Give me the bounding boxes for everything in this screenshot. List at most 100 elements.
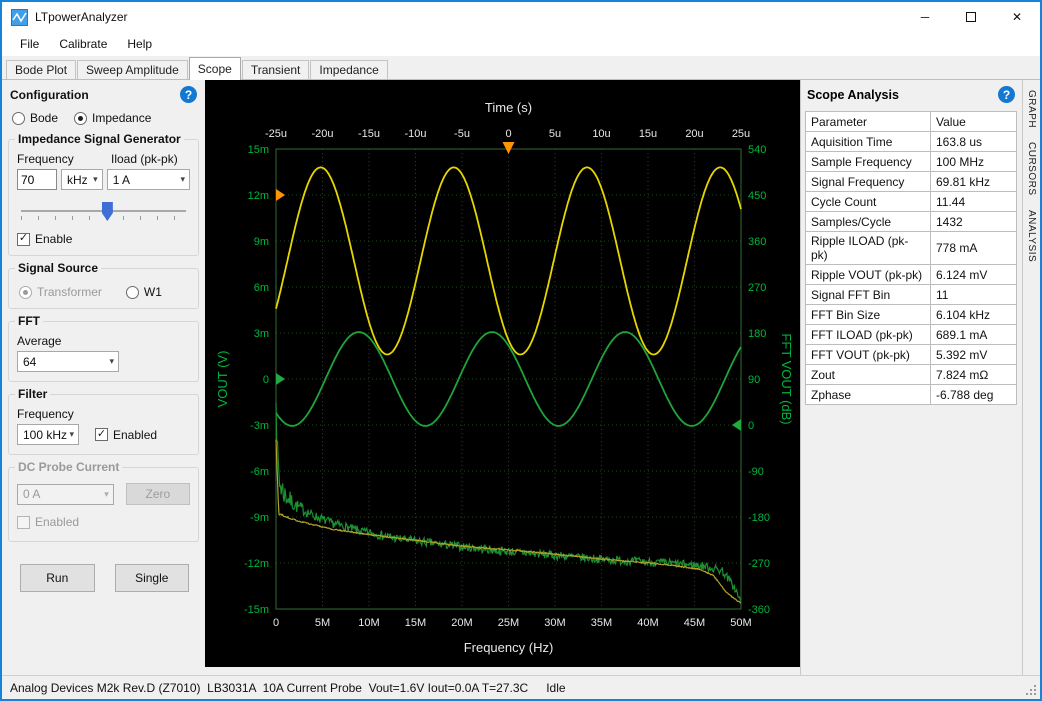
help-icon[interactable]: ? [180,86,197,103]
menu-help[interactable]: Help [117,34,162,54]
trigger-time-marker[interactable] [503,142,515,154]
analysis-header-row: Parameter Value [806,112,1017,132]
vout-tick-label: 15m [248,144,269,156]
filter-enabled-label: Enabled [113,428,157,442]
side-tab-graph[interactable]: GRAPH [1025,83,1038,135]
time-tick-label: 10u [592,128,610,140]
single-button[interactable]: Single [115,564,190,592]
radio-bode[interactable]: Bode [12,111,58,125]
analysis-row[interactable]: FFT VOUT (pk-pk)5.392 mV [806,345,1017,365]
minimize-button[interactable]: ─ [902,2,948,32]
fft-group: FFT Average 64 ▾ [8,321,199,382]
fft-vout-trace [276,403,741,602]
frequency-tick-label: 0 [273,617,279,629]
analysis-row[interactable]: Samples/Cycle1432 [806,212,1017,232]
analysis-row[interactable]: Aquisition Time163.8 us [806,132,1017,152]
filter-title: Filter [15,387,50,401]
menu-calibrate[interactable]: Calibrate [49,34,117,54]
scope-plot: -25u015m540-20u5M12m450-15u10M9m360-10u1… [205,80,800,667]
analysis-table: Parameter Value Aquisition Time163.8 usS… [805,111,1017,405]
analysis-row[interactable]: FFT ILOAD (pk-pk)689.1 mA [806,325,1017,345]
frequency-tick-label: 25M [498,617,519,629]
vout-tick-label: 6m [254,282,269,294]
tab-sweep-amplitude[interactable]: Sweep Amplitude [77,60,188,79]
vout-tick-label: -3m [250,420,269,432]
iload-label: Iload (pk-pk) [111,152,178,166]
help-icon[interactable]: ? [998,86,1015,103]
fft-level-marker[interactable] [732,419,741,431]
analysis-row[interactable]: Signal FFT Bin11 [806,285,1017,305]
run-button[interactable]: Run [20,564,95,592]
menu-file[interactable]: File [10,34,49,54]
iload-select[interactable]: 1 A ▾ [107,169,190,190]
scope-analysis-panel: Scope Analysis ? Parameter Value Aquisit… [800,80,1022,675]
tab-impedance[interactable]: Impedance [310,60,387,79]
frequency-axis-title: Frequency (Hz) [464,640,554,655]
analysis-row[interactable]: Ripple ILOAD (pk-pk)778 mA [806,232,1017,265]
fft-average-select[interactable]: 64 ▾ [17,351,119,372]
param-value: 1432 [931,212,1017,232]
time-tick-label: 15u [639,128,657,140]
fft-tick-label: 90 [748,374,760,386]
tab-bode-plot[interactable]: Bode Plot [6,60,76,79]
vout-tick-label: 0 [263,374,269,386]
fft-tick-label: -90 [748,466,764,478]
enable-checkbox[interactable]: ✓ Enable [17,232,72,246]
fft-tick-label: 360 [748,236,766,248]
param-value: 689.1 mA [931,325,1017,345]
status-bar: Analog Devices M2k Rev.D (Z7010) LB3031A… [2,675,1040,699]
vout-tick-label: -6m [250,466,269,478]
frequency-input[interactable] [17,169,57,190]
maximize-button[interactable] [948,2,994,32]
radio-impedance[interactable]: Impedance [74,111,151,125]
radio-transformer-label: Transformer [37,285,102,299]
filter-frequency-select[interactable]: 100 kHz ▾ [17,424,79,445]
titlebar[interactable]: LTpowerAnalyzer ─ ✕ [2,2,1040,32]
analysis-row[interactable]: Signal Frequency69.81 kHz [806,172,1017,192]
resize-grip-icon[interactable] [1026,685,1036,695]
tab-strip: Bode Plot Sweep Amplitude Scope Transien… [2,57,1040,80]
tab-transient[interactable]: Transient [242,60,310,79]
analysis-row[interactable]: Sample Frequency100 MHz [806,152,1017,172]
side-tab-cursors[interactable]: CURSORS [1025,135,1038,203]
analysis-row[interactable]: Ripple VOUT (pk-pk)6.124 mV [806,265,1017,285]
fft-title: FFT [15,314,43,328]
frequency-label: Frequency [17,152,111,166]
radio-w1[interactable]: W1 [126,285,162,299]
zero-button: Zero [126,483,190,505]
analysis-row[interactable]: Zphase-6.788 deg [806,385,1017,405]
close-button[interactable]: ✕ [994,2,1040,32]
filter-enabled-checkbox[interactable]: ✓ Enabled [95,428,157,442]
analysis-row[interactable]: FFT Bin Size6.104 kHz [806,305,1017,325]
tab-scope[interactable]: Scope [189,57,241,80]
param-value: 5.392 mV [931,345,1017,365]
time-tick-label: 25u [732,128,750,140]
average-label: Average [17,334,190,348]
signal-source-group: Signal Source Transformer W1 [8,268,199,309]
param-name: Ripple VOUT (pk-pk) [806,265,931,285]
dc-probe-current-select: 0 A ▾ [17,484,114,505]
filter-group: Filter Frequency 100 kHz ▾ ✓ Enabled [8,394,199,455]
dc-probe-title: DC Probe Current [15,460,122,474]
param-name: Aquisition Time [806,132,931,152]
analysis-row[interactable]: Cycle Count11.44 [806,192,1017,212]
iload-slider[interactable] [19,202,188,224]
window-controls: ─ ✕ [902,2,1040,32]
frequency-unit-select[interactable]: kHz ▾ [61,169,103,190]
analysis-row[interactable]: Zout7.824 mΩ [806,365,1017,385]
side-tab-analysis[interactable]: ANALYSIS [1025,203,1038,269]
param-name: Signal Frequency [806,172,931,192]
param-name: Zout [806,365,931,385]
window-title: LTpowerAnalyzer [35,10,127,24]
chevron-down-icon: ▾ [91,174,100,185]
param-name: Zphase [806,385,931,405]
radio-w1-label: W1 [144,285,162,299]
vout-level-marker[interactable] [276,373,285,385]
time-tick-label: -5u [454,128,470,140]
frequency-tick-label: 35M [591,617,612,629]
checkbox-box [17,516,30,529]
fft-tick-label: 540 [748,144,766,156]
iload-level-marker[interactable] [276,189,285,201]
frequency-unit-value: kHz [67,173,88,187]
radio-circle [126,286,139,299]
